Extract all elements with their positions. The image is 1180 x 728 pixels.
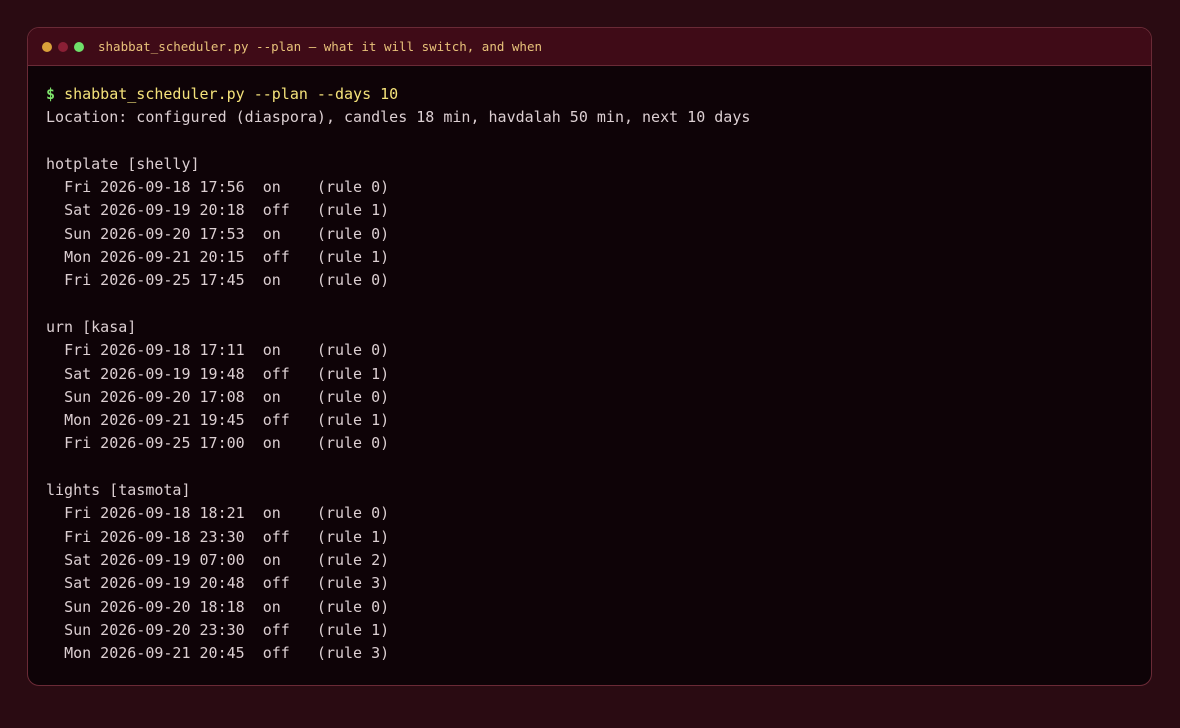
- device-block-urn: urn [kasa] Fri 2026-09-18 17:11 on (rule…: [46, 316, 1151, 456]
- schedule-entry: Mon 2026-09-21 20:45 off (rule 3): [64, 644, 390, 663]
- minimize-button[interactable]: [58, 41, 68, 52]
- device-header: urn [kasa]: [46, 317, 137, 336]
- schedule-entry: Sun 2026-09-20 17:53 on (rule 0): [64, 224, 390, 243]
- device-header: hotplate [shelly]: [46, 154, 200, 173]
- device-header: lights [tasmota]: [46, 481, 191, 500]
- window-controls: [42, 41, 90, 52]
- schedule-entry: Sat 2026-09-19 20:18 off (rule 1): [64, 201, 390, 220]
- prompt-symbol: $: [46, 85, 56, 103]
- schedule-entry: Fri 2026-09-25 17:00 on (rule 0): [64, 434, 390, 453]
- maximize-button[interactable]: [74, 41, 84, 52]
- device-block-hotplate: hotplate [shelly] Fri 2026-09-18 17:56 o…: [46, 153, 1151, 293]
- window-title: shabbat_scheduler.py --plan — what it wi…: [98, 39, 543, 54]
- schedule-entry: Sun 2026-09-20 17:08 on (rule 0): [64, 387, 390, 406]
- schedule-entry: Sat 2026-09-19 19:48 off (rule 1): [64, 364, 390, 383]
- terminal-window: shabbat_scheduler.py --plan — what it wi…: [27, 27, 1152, 686]
- schedule-entry: Fri 2026-09-18 18:21 on (rule 0): [64, 504, 390, 523]
- schedule-entry: Sun 2026-09-20 23:30 off (rule 1): [64, 620, 390, 639]
- schedule-entry: Fri 2026-09-25 17:45 on (rule 0): [64, 271, 390, 290]
- schedule-entry: Mon 2026-09-21 19:45 off (rule 1): [64, 411, 390, 430]
- terminal-output[interactable]: $ shabbat_scheduler.py --plan --days 10 …: [28, 66, 1151, 665]
- schedule-entry: Sat 2026-09-19 20:48 off (rule 3): [64, 574, 390, 593]
- command-line: $ shabbat_scheduler.py --plan --days 10: [46, 83, 1151, 106]
- close-button[interactable]: [42, 41, 52, 52]
- schedule-entry: Mon 2026-09-21 20:15 off (rule 1): [64, 248, 390, 267]
- title-bar: shabbat_scheduler.py --plan — what it wi…: [28, 28, 1151, 66]
- schedule-entry: Sun 2026-09-20 18:18 on (rule 0): [64, 597, 390, 616]
- location-line: Location: configured (diaspora), candles…: [46, 108, 751, 127]
- schedule-entry: Fri 2026-09-18 17:56 on (rule 0): [64, 178, 390, 197]
- schedule-entry: Sat 2026-09-19 07:00 on (rule 2): [64, 550, 390, 569]
- command-text: shabbat_scheduler.py --plan --days 10: [64, 85, 399, 103]
- device-block-lights: lights [tasmota] Fri 2026-09-18 18:21 on…: [46, 479, 1151, 665]
- schedule-entry: Fri 2026-09-18 23:30 off (rule 1): [64, 527, 390, 546]
- schedule-entry: Fri 2026-09-18 17:11 on (rule 0): [64, 341, 390, 360]
